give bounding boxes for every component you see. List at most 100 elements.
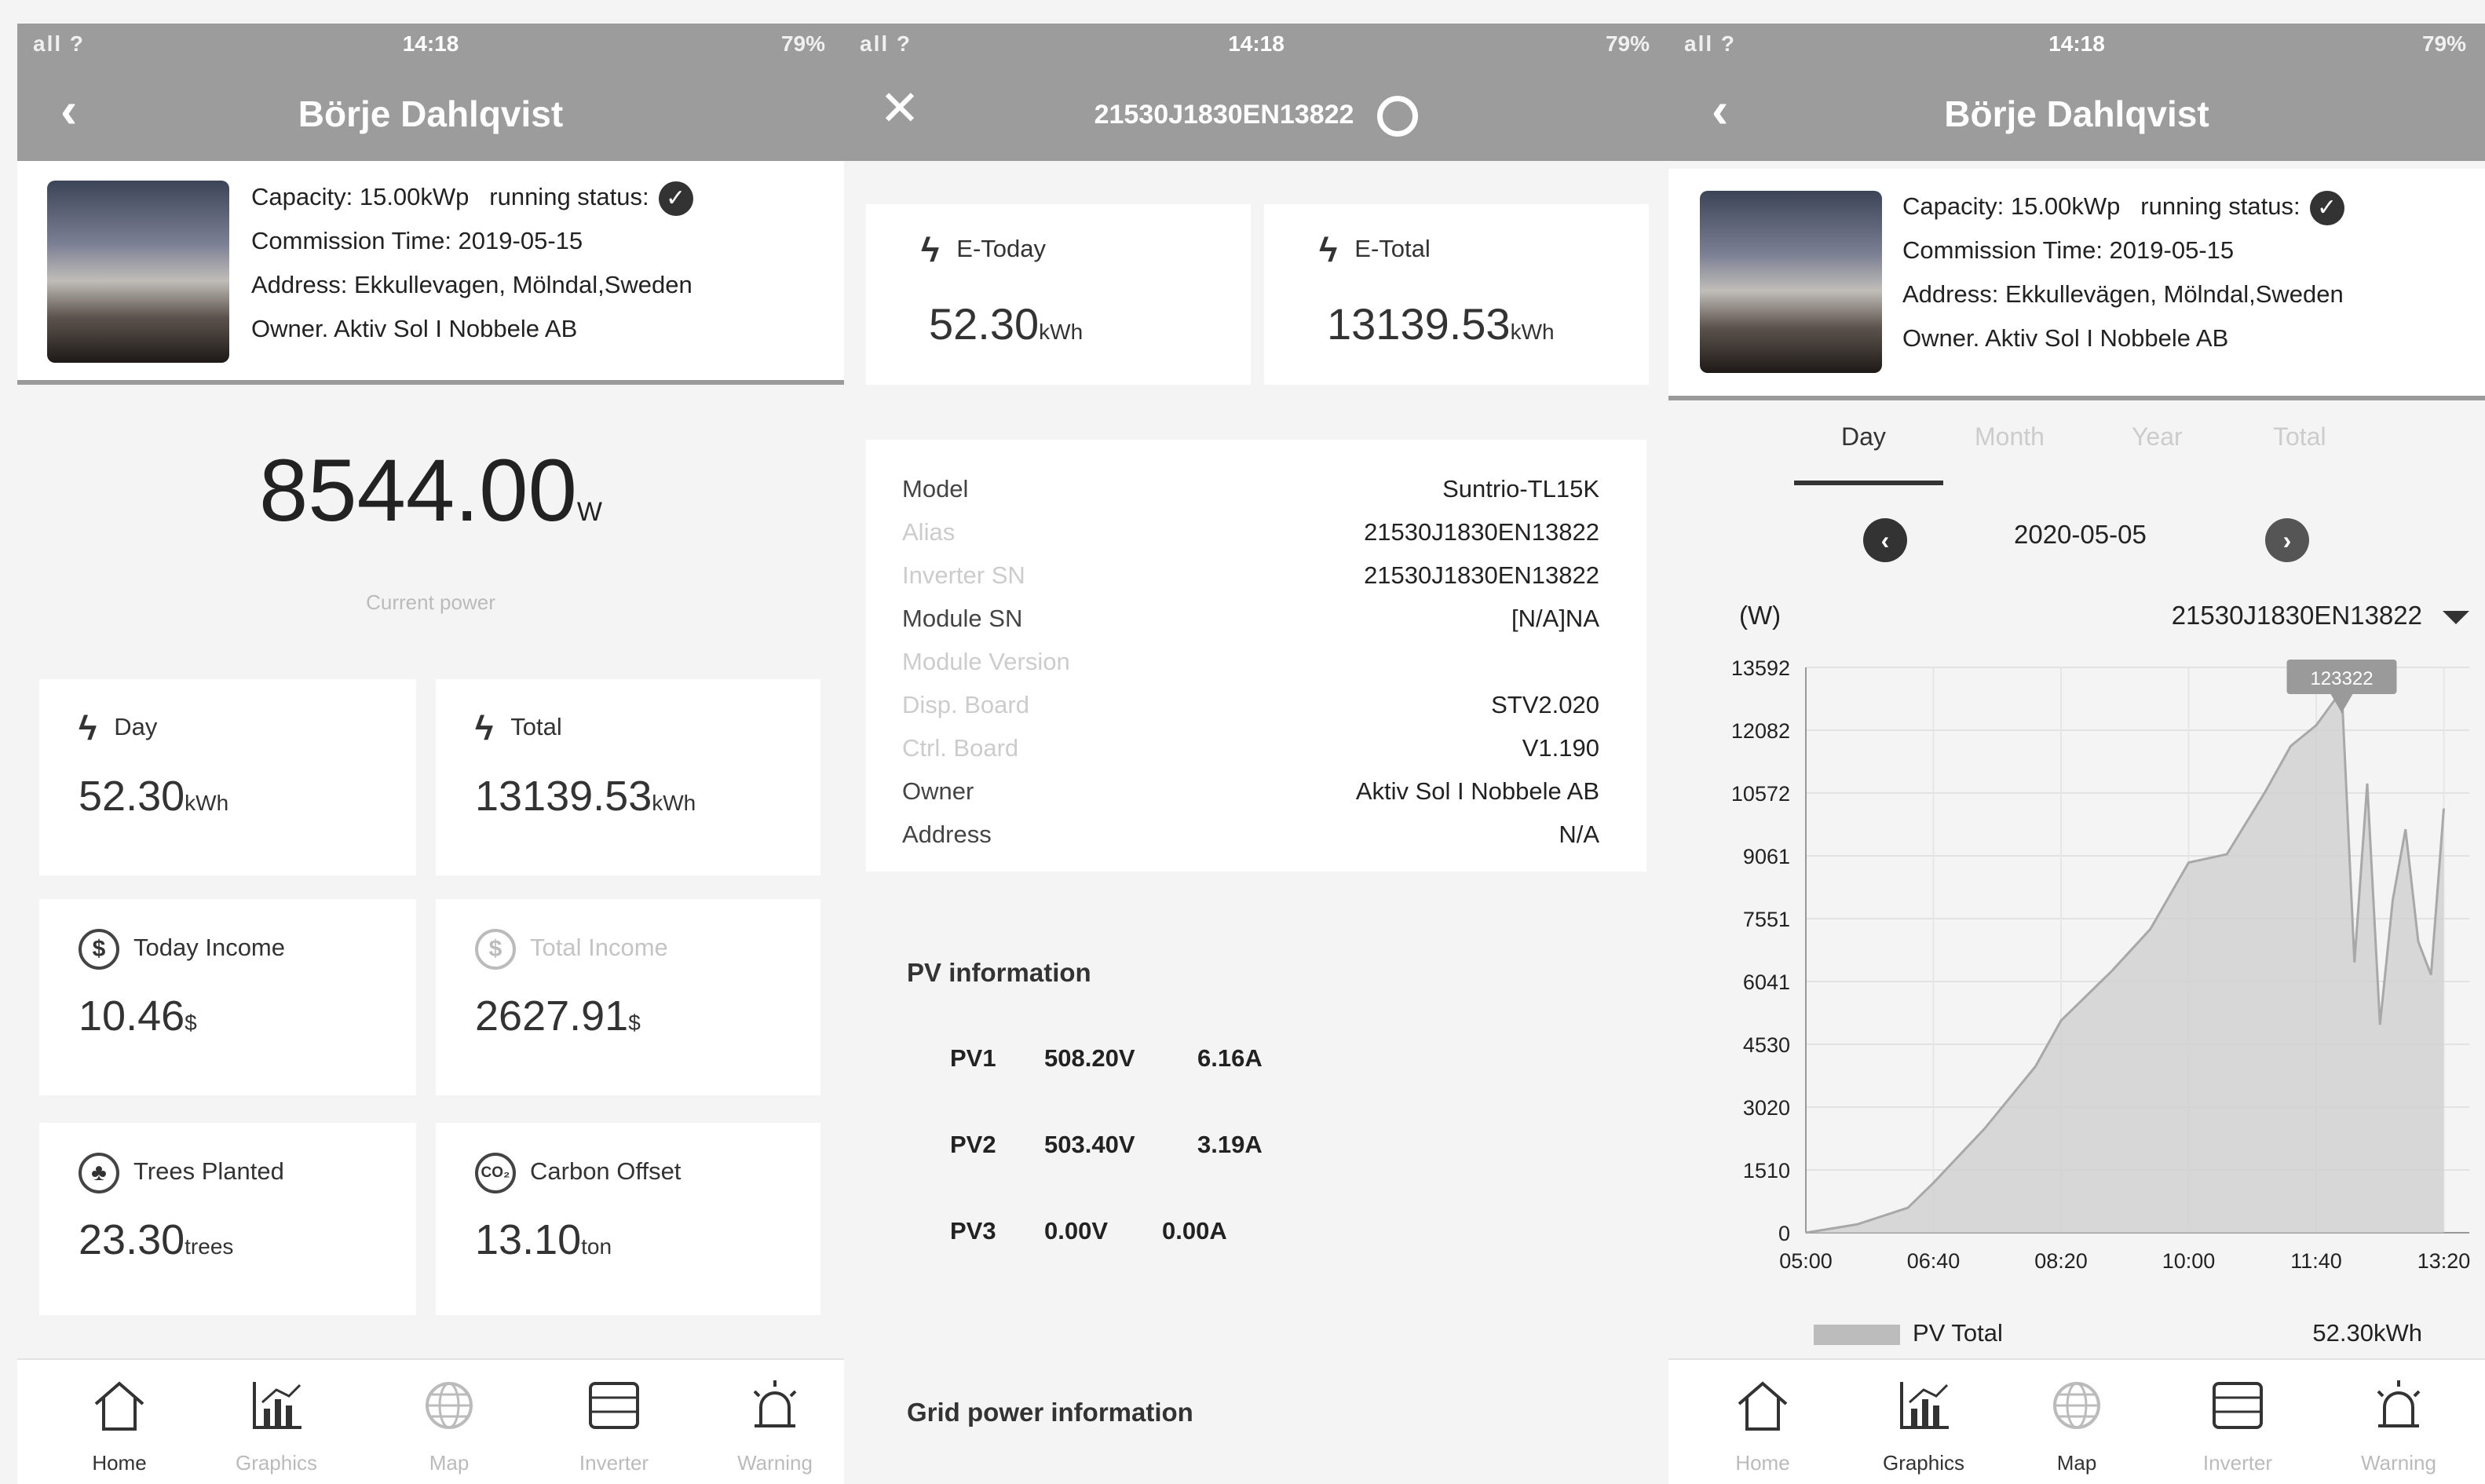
tab-inverter[interactable]: Inverter [535, 1360, 693, 1484]
dollar-icon: $ [475, 929, 516, 970]
page-title: 21530J1830EN13822 [1094, 99, 1354, 130]
total-income-card: $ Total Income 2627.91$ [436, 899, 820, 1095]
y-tick-label: 3020 [1743, 1096, 1790, 1120]
commission-time-text: Commission Time: 2019-05-15 [251, 227, 583, 254]
tab-map[interactable]: Map [1998, 1360, 2155, 1484]
co2-icon: CO₂ [475, 1153, 516, 1193]
alarm-icon [2377, 1380, 2421, 1427]
address-text: Address: Ekkullevägen, Mölndal,Sweden [1902, 280, 2344, 308]
inverter-icon [2213, 1382, 2263, 1429]
header: all ? 14:18 79% ‹ Börje Dahlqvist [17, 24, 844, 161]
y-tick-label: 6041 [1743, 970, 1790, 994]
x-tick-label: 05:00 [1779, 1249, 1833, 1273]
plant-graphics-screen: all ? 14:18 79% ‹ Börje Dahlqvist Capaci… [1668, 0, 2485, 1484]
x-tick-label: 06:40 [1907, 1249, 1961, 1273]
page-title: Börje Dahlqvist [1944, 93, 2209, 134]
stat-value: 52.30 [79, 773, 185, 820]
y-axis-unit: (W) [1739, 601, 1782, 630]
tab-day[interactable]: Day [1841, 422, 1886, 451]
day-energy-card: ϟ Day 52.30kWh [39, 679, 416, 875]
tab-home[interactable]: Home [1684, 1360, 1841, 1484]
clock: 14:18 [1228, 31, 1285, 56]
tree-icon: ♣ [79, 1153, 119, 1193]
clock: 14:18 [402, 31, 459, 56]
inverter-detail-screen: all ? 14:18 79% ✕ 21530J1830EN13822 ϟ E-T… [844, 0, 1668, 1484]
device-select[interactable]: 21530J1830EN13822 [2172, 601, 2422, 631]
home-icon [1738, 1381, 1788, 1431]
plant-photo [47, 181, 229, 363]
clock: 14:18 [2048, 31, 2105, 56]
carbon-offset-card: CO₂ Carbon Offset 13.10ton [436, 1123, 820, 1315]
chart-legend: PV Total [1814, 1319, 2003, 1347]
x-tick-label: 11:40 [2290, 1249, 2342, 1273]
bolt-icon: ϟ [1319, 231, 1338, 269]
active-tab-indicator [1794, 481, 1943, 485]
date-navigator: ‹ 2020-05-05 › [1668, 510, 2485, 573]
legend-swatch [1814, 1324, 1900, 1345]
plant-photo [1700, 191, 1882, 373]
tab-warning[interactable]: Warning [2320, 1360, 2477, 1484]
capacity-text: Capacity: 15.00kWp [251, 183, 470, 210]
stat-label: Trees Planted [133, 1157, 284, 1186]
graphics-icon [1900, 1382, 1949, 1429]
stat-value: 13139.53 [475, 773, 652, 820]
owner-text: Owner. Aktiv Sol I Nobbele AB [251, 315, 578, 342]
selected-date: 2020-05-05 [2014, 520, 2147, 549]
stat-value: 2627.91 [475, 992, 629, 1040]
tab-map[interactable]: Map [371, 1360, 528, 1484]
y-tick-label: 0 [1778, 1222, 1790, 1245]
y-tick-label: 10572 [1731, 782, 1790, 806]
status-bar: all ? 14:18 79% [17, 24, 844, 64]
stat-value: 23.30 [79, 1216, 185, 1263]
bolt-icon: ϟ [475, 709, 494, 747]
tab-bar: Home Graphics Map Inverter Warning [17, 1358, 844, 1484]
globe-icon [2053, 1382, 2100, 1429]
previous-date-icon[interactable]: ‹ [1863, 518, 1907, 562]
chevron-down-icon[interactable] [2443, 611, 2469, 624]
y-tick-label: 1510 [1743, 1159, 1790, 1182]
power-curve-chart: 0 1510 3020 4530 6041 7551 9061 10572 12082 13592… [1731, 656, 2471, 1273]
bolt-icon: ϟ [921, 231, 940, 269]
e-today-card: ϟ E-Today 52.30kWh [866, 204, 1251, 385]
tab-month[interactable]: Month [1975, 422, 2045, 451]
tab-inverter[interactable]: Inverter [2159, 1360, 2316, 1484]
stat-label: Day [114, 713, 158, 741]
tab-home[interactable]: Home [41, 1360, 198, 1484]
home-icon [94, 1381, 144, 1431]
next-date-icon[interactable]: › [2265, 518, 2309, 562]
pv-row: PV1 508.20V 6.16A [950, 1044, 1263, 1072]
tab-graphics[interactable]: Graphics [198, 1360, 355, 1484]
alarm-icon [753, 1380, 797, 1427]
energy-total: 52.30kWh [2312, 1319, 2422, 1347]
peak-tooltip-label: 123322 [2310, 668, 2373, 689]
status-bar: all ? 14:18 79% [844, 24, 1668, 64]
tab-bar: Home Graphics Map Inverter Warning [1668, 1358, 2485, 1484]
pv-row: PV2 503.40V 3.19A [950, 1131, 1263, 1158]
commission-time-text: Commission Time: 2019-05-15 [1902, 236, 2235, 264]
grid-power-information-title: Grid power information [907, 1398, 1193, 1427]
tab-warning[interactable]: Warning [696, 1360, 844, 1484]
tab-year[interactable]: Year [2132, 422, 2183, 451]
running-status-label: running status: [2140, 192, 2300, 220]
tab-total[interactable]: Total [2273, 422, 2326, 451]
tab-graphics[interactable]: Graphics [1845, 1360, 2002, 1484]
e-total-card: ϟ E-Total 13139.53kWh [1264, 204, 1649, 385]
page-title: Börje Dahlqvist [298, 93, 564, 134]
header: all ? 14:18 79% ✕ 21530J1830EN13822 [844, 24, 1668, 161]
plant-info-card: Capacity: 15.00kWp running status: ✓ Comm… [17, 161, 844, 385]
legend-label: PV Total [1913, 1319, 2003, 1347]
current-power-value: 8544.00W [259, 441, 602, 539]
pv-row: PV3 0.00V 0.00A [950, 1217, 1227, 1245]
battery-indicator: 79% [780, 31, 825, 56]
check-circle-icon: ✓ [658, 181, 693, 216]
y-tick-label: 7551 [1743, 908, 1790, 931]
pv-information-title: PV information [907, 958, 1091, 987]
y-tick-label: 12082 [1731, 719, 1790, 743]
x-tick-label: 13:20 [2417, 1249, 2471, 1273]
x-tick-label: 08:20 [2034, 1249, 2088, 1273]
battery-indicator: 79% [2421, 31, 2466, 56]
x-tick-label: 10:00 [2162, 1249, 2216, 1273]
status-bar: all ? 14:18 79% [1668, 24, 2485, 64]
running-status-label: running status: [489, 183, 649, 210]
power-chart: (W) 21530J1830EN13822 0 1510 3020 4530 6041 7… [1668, 581, 2485, 1366]
